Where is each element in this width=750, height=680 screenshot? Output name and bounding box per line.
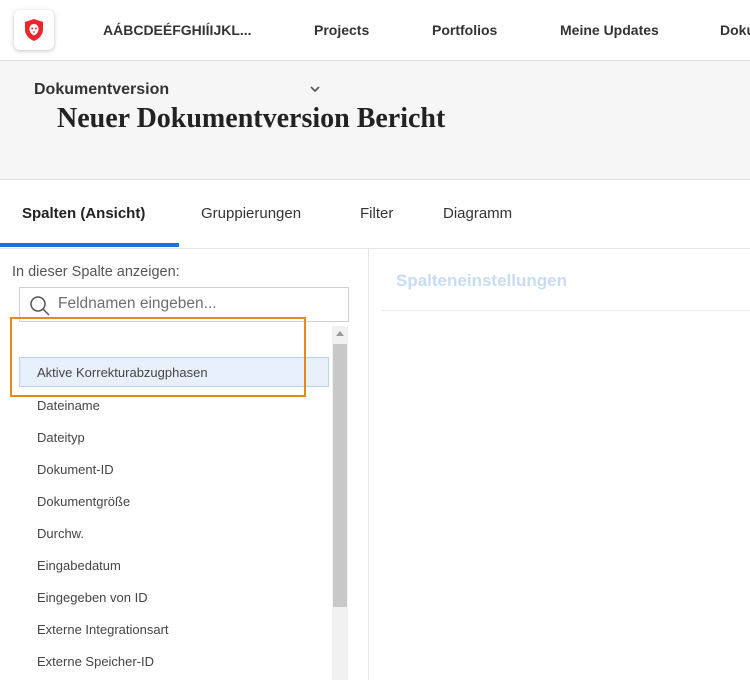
field-list-item[interactable]: Dateiname (19, 390, 329, 420)
field-list-item-label: Dateityp (37, 430, 85, 445)
column-settings-panel: Spalteneinstellungen (381, 249, 750, 311)
field-list-item-label: Dokument-ID (37, 462, 114, 477)
field-list-item-label: Dokumentgröße (37, 494, 131, 509)
app-logo-button[interactable] (14, 10, 54, 50)
field-list-item[interactable]: Durchw. (19, 518, 329, 548)
field-list-item[interactable]: Eingegeben von ID (19, 582, 329, 612)
field-list-item[interactable]: Dokument-ID (19, 454, 329, 484)
tab-diagramm[interactable]: Diagramm (443, 205, 512, 222)
field-list-scroll-thumb[interactable] (333, 344, 347, 607)
field-list-item[interactable]: Externe Speicher-ID (19, 646, 329, 676)
field-list-item-label: Eingabedatum (37, 558, 121, 573)
field-search-box (19, 287, 349, 322)
field-list-item[interactable]: Dateityp (19, 422, 329, 452)
field-list-item-label: Aktive Korrekturabzugphasen (37, 365, 208, 380)
column-settings-title: Spalteneinstellungen (396, 271, 567, 290)
field-list-item[interactable]: Dokumentgröße (19, 486, 329, 516)
chevron-down-icon (310, 86, 320, 93)
show-in-column-label: In dieser Spalte anzeigen: (12, 264, 180, 280)
nav-item-portfolios[interactable]: Portfolios (432, 22, 497, 38)
field-list-item-label: Externe Integrationsart (37, 622, 169, 637)
tab-gruppierungen[interactable]: Gruppierungen (201, 205, 301, 222)
field-list-item[interactable]: Eingabedatum (19, 550, 329, 580)
field-list-item[interactable]: Aktive Korrekturabzugphasen (19, 357, 329, 387)
tab-filter[interactable]: Filter (360, 205, 393, 222)
tab-spalten[interactable]: Spalten (Ansicht) (22, 205, 145, 222)
field-list-item-label: Eingegeben von ID (37, 590, 148, 605)
nav-item-projects[interactable]: Projects (314, 22, 369, 38)
field-list-item[interactable]: Externe Integrationsart (19, 614, 329, 644)
nav-item-dokumente[interactable]: Doku (720, 22, 750, 38)
field-list-item-label: Dateiname (37, 398, 100, 413)
field-group-label: Dokumentversion (34, 81, 170, 98)
top-navigation-bar: AÁBCDEÉFGHIÍIJKL... Projects Portfolios … (0, 0, 750, 61)
nav-workspace-name[interactable]: AÁBCDEÉFGHIÍIJKL... (103, 22, 252, 38)
field-group-header[interactable]: Dokumentversion (19, 72, 329, 110)
nav-item-meine-updates[interactable]: Meine Updates (560, 22, 659, 38)
search-icon (30, 296, 50, 316)
scroll-up-arrow-icon[interactable] (336, 331, 344, 336)
report-tabs: Spalten (Ansicht) Gruppierungen Filter D… (0, 180, 750, 249)
field-search-input[interactable] (58, 291, 338, 317)
active-tab-indicator (0, 243, 179, 247)
field-list-item-label: Durchw. (37, 526, 84, 541)
lion-logo-icon (25, 19, 43, 41)
field-list-item-label: Externe Speicher-ID (37, 654, 155, 669)
